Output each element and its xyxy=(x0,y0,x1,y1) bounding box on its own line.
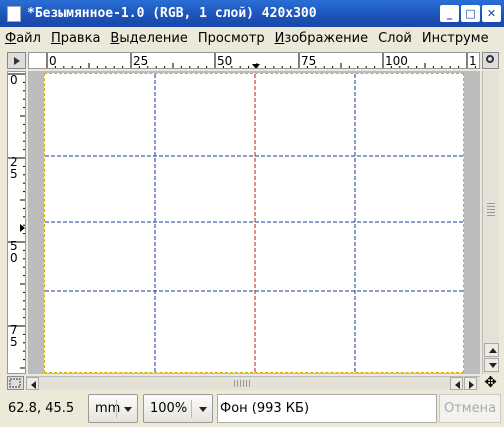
layer-info: Фон (993 КБ) xyxy=(217,394,437,423)
minimize-button[interactable]: _ xyxy=(440,5,459,22)
pointer-coordinates: 62.8, 45.5 xyxy=(8,401,75,416)
close-icon: ✕ xyxy=(486,7,497,20)
vruler-label: 50 xyxy=(10,239,18,265)
menu-select[interactable]: Выделение xyxy=(105,31,192,46)
scroll-down-button[interactable] xyxy=(484,358,499,372)
horizontal-ruler[interactable]: 0 25 50 75 100 1 xyxy=(28,52,480,69)
minimize-icon: _ xyxy=(446,7,453,20)
arrow-right-icon xyxy=(14,57,20,65)
scroll-left-button-2[interactable] xyxy=(450,377,463,390)
arrow-right-icon xyxy=(469,381,474,389)
horizontal-ruler-ticks: 0 25 50 75 100 1 xyxy=(46,53,477,68)
menu-file[interactable]: Файл xyxy=(0,31,46,46)
hruler-label: 100 xyxy=(385,54,408,68)
menu-layer[interactable]: Слой xyxy=(373,31,417,46)
vertical-ruler[interactable]: 0 25 50 75 xyxy=(7,71,26,374)
arrow-down-icon xyxy=(489,363,497,368)
pointer-marker-icon xyxy=(252,64,260,68)
quick-mask-toggle[interactable] xyxy=(7,376,24,390)
quick-mask-icon xyxy=(9,378,21,388)
arrow-up-icon xyxy=(489,348,497,353)
maximize-button[interactable]: □ xyxy=(461,5,480,22)
scroll-up-button[interactable] xyxy=(484,343,499,357)
canvas-area[interactable] xyxy=(28,71,480,374)
chevron-down-icon xyxy=(124,407,132,412)
hruler-label: 75 xyxy=(301,54,316,68)
scroll-right-button[interactable] xyxy=(464,377,477,390)
image-canvas[interactable] xyxy=(44,73,465,374)
menu-tools[interactable]: Инструме xyxy=(417,31,494,46)
menu-image[interactable]: Изображение xyxy=(270,31,374,46)
status-bar: 62.8, 45.5 mm 100% Фон (993 КБ) Отмена xyxy=(0,392,504,427)
document-icon xyxy=(7,5,21,22)
units-select[interactable]: mm xyxy=(88,394,138,423)
horizontal-scrollbar[interactable] xyxy=(26,376,480,390)
scroll-grip-icon[interactable] xyxy=(487,203,495,217)
vertical-scrollbar[interactable] xyxy=(482,71,499,374)
scroll-left-button[interactable] xyxy=(26,377,39,390)
window-title: *Безымянное-1.0 (RGB, 1 слой) 420x300 xyxy=(27,6,317,21)
zoom-select[interactable]: 100% xyxy=(143,394,213,423)
menu-edit[interactable]: Правка xyxy=(46,31,105,46)
title-bar[interactable]: *Безымянное-1.0 (RGB, 1 слой) 420x300 _ … xyxy=(0,0,504,27)
hruler-label: 0 xyxy=(49,54,57,68)
navigate-button[interactable] xyxy=(482,52,499,69)
vertical-ruler-ticks: 0 25 50 75 xyxy=(8,73,25,369)
navigate-move-icon[interactable]: ✥ xyxy=(482,374,499,391)
maximize-icon: □ xyxy=(465,7,476,20)
zoom-value: 100% xyxy=(150,401,188,416)
vruler-label: 0 xyxy=(10,73,18,87)
hruler-label: 25 xyxy=(133,54,148,68)
hruler-label: 50 xyxy=(217,54,232,68)
close-button[interactable]: ✕ xyxy=(482,5,501,22)
menu-bar: Файл Правка Выделение Просмотр Изображен… xyxy=(0,27,504,49)
cancel-button[interactable]: Отмена xyxy=(439,394,501,423)
arrow-left-icon xyxy=(455,381,460,389)
magnifier-icon xyxy=(486,55,494,63)
menu-view[interactable]: Просмотр xyxy=(193,31,270,46)
vruler-label: 75 xyxy=(10,323,18,349)
guides-overlay xyxy=(45,74,465,374)
arrow-left-icon xyxy=(31,381,36,389)
vruler-label: 25 xyxy=(10,155,18,181)
scroll-grip-icon[interactable] xyxy=(234,380,250,387)
hruler-label: 1 xyxy=(469,54,477,68)
chevron-down-icon xyxy=(199,407,207,412)
image-menu-button[interactable] xyxy=(7,52,26,69)
